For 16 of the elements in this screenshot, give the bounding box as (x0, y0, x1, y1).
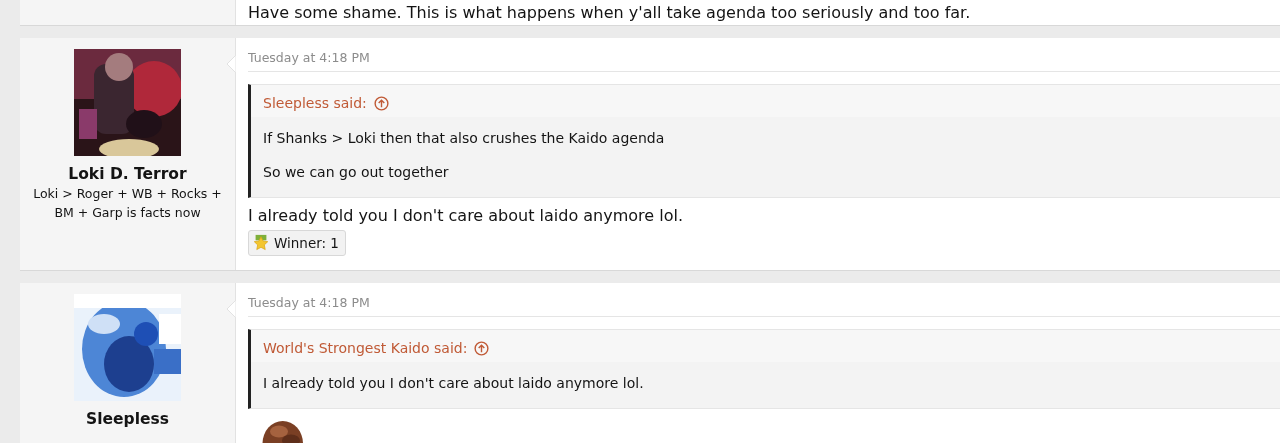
reaction-badge[interactable]: Winner: 1 (248, 230, 346, 256)
quote-text: So we can go out together (263, 163, 450, 181)
username[interactable]: Loki D. Terror (68, 165, 187, 183)
arrow-up-circle-icon[interactable] (474, 340, 490, 356)
quote-text: I already told you I don't care about laido anymore lol. (263, 374, 645, 392)
quote-author[interactable]: World's Strongest Kaido said: (263, 340, 468, 356)
post-date[interactable]: Tuesday at 4:18 PM (248, 38, 1280, 72)
post-message: Have some shame. This is what happens when y'all take agenda too seriously and too far. (248, 3, 972, 22)
arrow-up-circle-icon[interactable] (373, 95, 389, 111)
post-message: I already told you I don't care about laido anymore lol. (248, 206, 684, 225)
star-icon (252, 234, 270, 252)
username[interactable]: Sleepless (86, 410, 169, 428)
quote-author[interactable]: Sleepless said: (263, 95, 367, 111)
post-date[interactable]: Tuesday at 4:18 PM (248, 283, 1280, 317)
quote-text: If Shanks > Loki then that also crushes the Kaido agenda (263, 129, 666, 147)
user-title: Loki > Roger + WB + Rocks + BM + Garp is facts now (32, 185, 223, 222)
